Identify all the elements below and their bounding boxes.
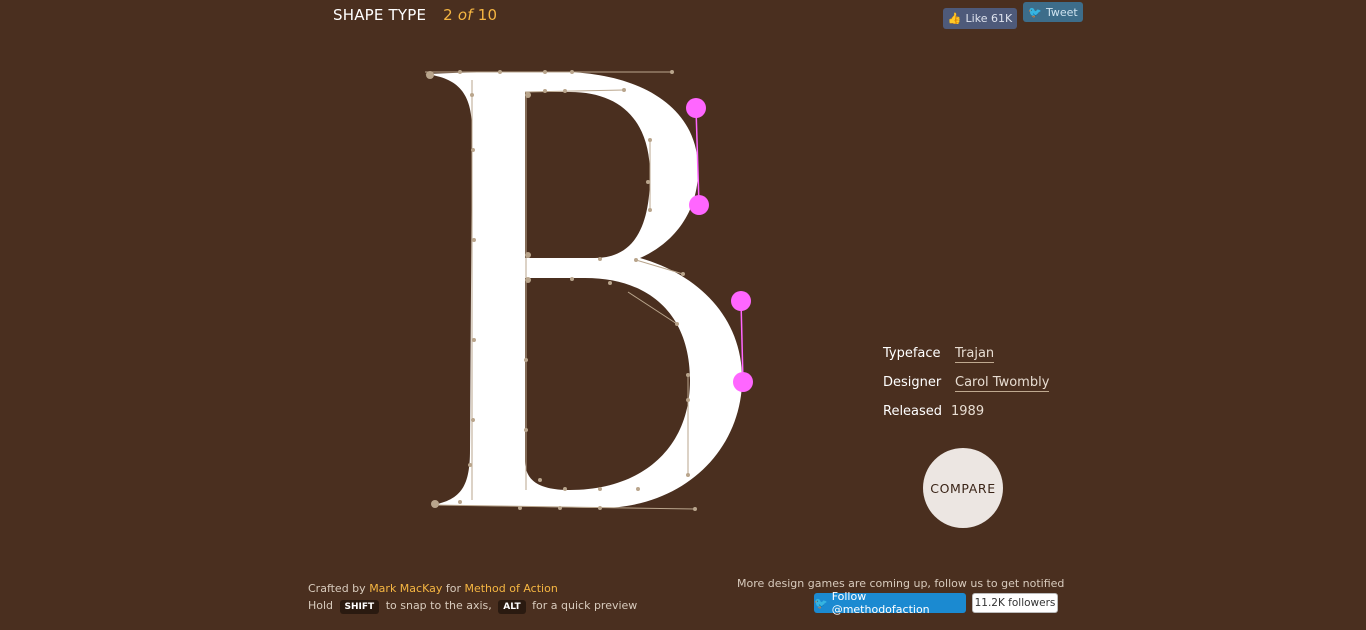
org-link[interactable]: Method of Action <box>464 582 557 595</box>
twitter-follow-button[interactable]: 🐦 Follow @methodofaction <box>814 590 966 616</box>
designer-label: Designer <box>883 375 942 390</box>
shift-key-hint: SHIFT <box>339 600 380 614</box>
typeface-info: Typeface Trajan Designer Carol Twombly R… <box>883 346 1050 433</box>
followers-count[interactable]: 11.2K followers <box>972 593 1058 613</box>
footer-credits: Crafted by Mark MacKay for Method of Act… <box>308 582 638 614</box>
typeface-label: Typeface <box>883 346 941 361</box>
designer-link[interactable]: Carol Twombly <box>955 375 1050 392</box>
letter-b-glyph <box>425 72 743 508</box>
author-link[interactable]: Mark MacKay <box>369 582 442 595</box>
pink-handle-top-1 <box>686 98 706 118</box>
typeface-link[interactable]: Trajan <box>955 346 995 363</box>
pink-handle-bottom-2 <box>733 372 753 392</box>
released-value: 1989 <box>951 404 985 419</box>
alt-key-hint: ALT <box>498 600 526 614</box>
notify-text: More design games are coming up, follow … <box>737 577 1065 590</box>
pink-handle-bottom-1 <box>731 291 751 311</box>
pink-handle-top-2 <box>689 195 709 215</box>
released-label: Released <box>883 404 943 419</box>
twitter-bird-icon: 🐦 <box>814 596 828 610</box>
glyph-editor-canvas[interactable] <box>0 0 1366 630</box>
compare-button[interactable]: COMPARE <box>923 448 1003 528</box>
